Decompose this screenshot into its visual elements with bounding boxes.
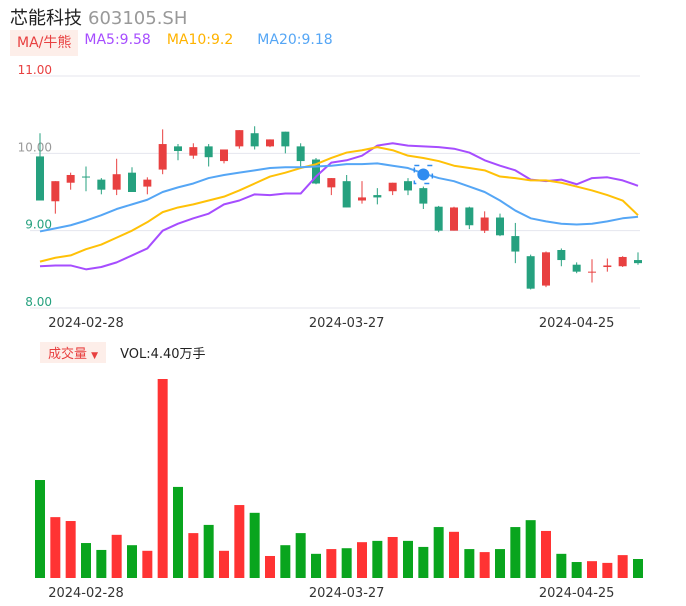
volume-bar (249, 512, 260, 578)
candle-body (450, 207, 458, 231)
volume-bar (234, 505, 245, 578)
volume-bar (341, 548, 352, 578)
candle-body (143, 179, 152, 187)
candle-body (557, 250, 566, 261)
candle-body (266, 139, 274, 147)
volume-bar (127, 545, 137, 578)
candle-body (373, 195, 382, 198)
volume-bar (111, 534, 122, 578)
candle-body (204, 146, 213, 158)
volume-bar (280, 545, 291, 578)
volume-bar (372, 540, 383, 578)
candle-body (465, 207, 474, 226)
volume-bar (50, 517, 61, 578)
candle-body (618, 256, 627, 267)
volume-bar (525, 520, 536, 578)
candle-body (128, 172, 136, 192)
candle-body (434, 206, 443, 231)
volume-bar (571, 562, 582, 578)
candle-body (66, 174, 75, 183)
volume-x-tick-label: 2024-03-27 (309, 586, 385, 601)
candle-body (572, 264, 581, 272)
volume-bar (403, 540, 413, 578)
candle-body (36, 156, 44, 201)
volume-x-tick-label: 2024-02-28 (48, 586, 124, 601)
volume-bar (479, 552, 490, 578)
volume-bar (203, 524, 214, 578)
ma5-line (39, 142, 639, 271)
volume-bar (357, 542, 367, 578)
candle-body (588, 271, 596, 273)
volume-bar (188, 533, 199, 578)
volume-bar (326, 549, 337, 578)
candle-body (404, 181, 412, 191)
volume-bar (81, 543, 91, 578)
y-tick-label: 8.00 (25, 295, 52, 309)
candle-body (511, 236, 520, 252)
candle-body (158, 144, 167, 170)
volume-bar (311, 553, 321, 578)
volume-bar (617, 555, 628, 578)
volume-bar (510, 527, 521, 578)
candle-body (112, 174, 121, 190)
y-tick-label: 10.00 (18, 140, 52, 154)
candle-body (419, 188, 428, 204)
chart-canvas: 11.0010.009.008.002024-02-282024-02-2820… (18, 63, 643, 601)
volume-bar (96, 549, 107, 578)
x-tick-label: 2024-04-25 (539, 316, 615, 331)
candle-body (388, 182, 397, 192)
x-tick-label: 2024-03-27 (309, 316, 385, 331)
candle-body (281, 131, 290, 147)
stock-chart: 芯能科技 603105.SH MA/牛熊 MA5:9.58 MA10:9.2 MA… (0, 0, 686, 606)
candle-body (235, 130, 244, 147)
candle-body (603, 265, 612, 268)
candle-body (634, 260, 642, 264)
event-marker-icon (417, 168, 430, 181)
volume-bar (602, 562, 613, 578)
volume-bar (265, 555, 275, 578)
candle-body (189, 147, 198, 156)
volume-bar (418, 546, 429, 578)
volume-bar (449, 531, 459, 578)
volume-x-tick-label: 2024-04-25 (539, 586, 615, 601)
volume-bar (387, 536, 398, 578)
candle-body (250, 133, 259, 147)
volume-bar (157, 379, 168, 578)
volume-bar (541, 530, 551, 578)
candle-body (526, 256, 535, 289)
volume-bar (633, 559, 643, 578)
x-tick-label: 2024-02-28 (48, 316, 124, 331)
volume-bar (495, 549, 505, 578)
volume-bar (295, 533, 306, 578)
candle-body (327, 178, 336, 188)
volume-bar (173, 486, 183, 578)
y-tick-label: 11.00 (18, 63, 52, 77)
candle-body (220, 149, 228, 162)
candle-body (358, 197, 366, 201)
candle-body (51, 181, 60, 202)
volume-bar (464, 549, 475, 578)
volume-bar (433, 527, 444, 578)
candle-body (296, 146, 305, 162)
volume-bar (556, 553, 567, 578)
volume-bar (142, 550, 153, 578)
candle-body (480, 217, 489, 231)
candle-body (174, 146, 182, 152)
volume-bar (587, 561, 597, 578)
candle-body (82, 176, 90, 178)
volume-bar (219, 550, 229, 578)
candle-body (97, 179, 106, 190)
candle-body (342, 181, 351, 208)
volume-bar (35, 480, 45, 578)
candle-body (496, 217, 504, 236)
candle-body (542, 252, 550, 286)
volume-bar (65, 521, 76, 578)
